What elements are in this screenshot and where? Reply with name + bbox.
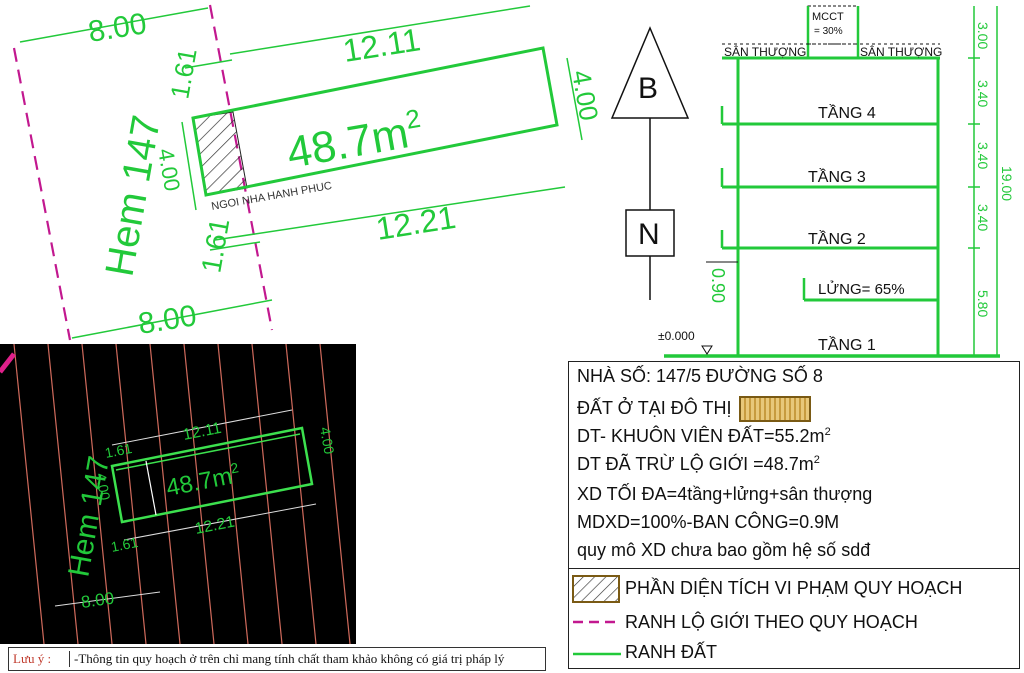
disclaimer-text: -Thông tin quy hoạch ở trên chỉ mang tín… (69, 651, 504, 667)
frontage-top-label: 8.00 (86, 7, 149, 49)
land-type-line: ĐẤT Ở TẠI ĐÔ THỊ (577, 396, 812, 422)
mezzanine-label: LỬNG= 65% (818, 280, 905, 298)
legend-lot-line: RANH ĐẤT (625, 642, 718, 662)
net-area-text: DT ĐÃ TRỪ LỘ GIỚI =48.7m (577, 454, 814, 474)
floor2-label: TẦNG 2 (808, 229, 866, 248)
north-label: B (638, 72, 658, 105)
inset-map: 12.11 1.61 4.00 4.00 48.7m2 12.21 1.61 H… (0, 343, 356, 645)
ground-level-label: ±0.000 (658, 329, 695, 343)
site-area-text: DT- KHUÔN VIÊN ĐẤT=55.2m (577, 426, 825, 446)
lot-plan: 8.00 12.11 1.61 4.00 4.00 48.7m2 NGOI NH… (12, 4, 604, 341)
building-section: MCCT = 30% SÂN THƯỢNG SÂN THƯỢNG TẦNG 4 … (658, 5, 1015, 358)
net-area-line: DT ĐÃ TRỪ LỘ GIỚI =48.7m2 (577, 454, 820, 475)
height-floor3-label: 3.40 (975, 142, 991, 169)
height-floor2-label: 3.40 (975, 204, 991, 231)
mcct-label-line1: MCCT (812, 11, 844, 23)
info-legend-box: NHÀ SỐ: 147/5 ĐƯỜNG SỐ 8 ĐẤT Ở TẠI ĐÔ TH… (568, 361, 1020, 669)
alley-label: Hem 147 (98, 112, 170, 279)
compass: B N (610, 26, 690, 300)
disclaimer-box: Lưu ý : -Thông tin quy hoạch ở trên chỉ … (8, 647, 546, 671)
balcony-label: 0.90 (708, 268, 728, 303)
roof-right-label: SÂN THƯỢNG (860, 44, 942, 59)
max-build-line: XD TỐI ĐA=4tầng+lửng+sân thượng (577, 484, 873, 504)
road-boundary-left (12, 47, 72, 341)
height-floor1-label: 5.80 (975, 290, 991, 317)
frontage-bottom-label: 8.00 (136, 299, 199, 341)
floor3-label: TẦNG 3 (808, 167, 866, 186)
right-width-label: 4.00 (566, 68, 604, 123)
height-total-label: 19.00 (999, 166, 1015, 201)
height-roof-label: 3.00 (975, 22, 991, 49)
site-area-line: DT- KHUÔN VIÊN ĐẤT=55.2m2 (577, 426, 831, 447)
mcct-label-line2: = 30% (814, 26, 843, 37)
setback-top-label: 1.61 (164, 46, 202, 101)
legend-violation: PHẦN DIỆN TÍCH VI PHẠM QUY HOẠCH (625, 578, 963, 598)
floor4-label: TẦNG 4 (818, 103, 876, 122)
area-label: 48.7m2 (283, 103, 427, 178)
bottom-length-label: 12.21 (373, 199, 458, 247)
roof-left-label: SÂN THƯỢNG (724, 44, 806, 59)
violation-area (192, 111, 248, 196)
dim-line-left-width (181, 121, 197, 211)
floor1-label: TẦNG 1 (818, 335, 876, 354)
height-floor4-label: 3.40 (975, 80, 991, 107)
violation-legend-swatch (572, 575, 620, 603)
net-area-sup: 2 (813, 454, 820, 466)
top-length-label: 12.11 (340, 21, 422, 69)
density-line: MDXD=100%-BAN CÔNG=0.9M (577, 512, 840, 532)
scale-note-line: quy mô XD chưa bao gồm hệ số sdđ (577, 540, 871, 560)
address-line: NHÀ SỐ: 147/5 ĐƯỜNG SỐ 8 (577, 366, 823, 386)
land-type-text: ĐẤT Ở TẠI ĐÔ THỊ (577, 397, 732, 418)
site-area-sup: 2 (824, 426, 831, 438)
disclaimer-label: Lưu ý : (13, 651, 52, 666)
setback-bottom-label: 1.61 (195, 216, 235, 275)
south-label: N (638, 218, 660, 251)
urban-land-swatch (739, 396, 812, 422)
legend-road-line: RANH LỘ GIỚI THEO QUY HOẠCH (625, 612, 918, 632)
planning-sheet: 8.00 12.11 1.61 4.00 4.00 48.7m2 NGOI NH… (0, 0, 1024, 673)
